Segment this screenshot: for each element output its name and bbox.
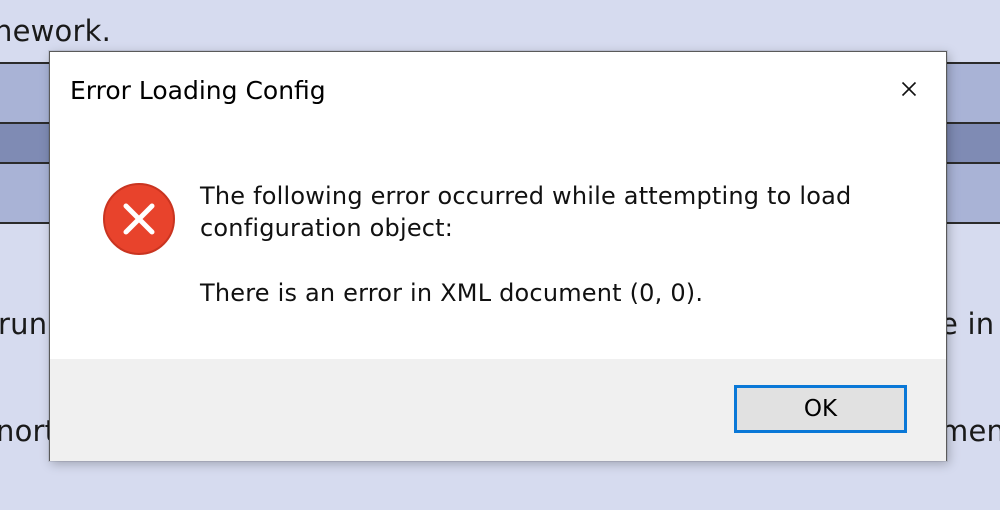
ok-button[interactable]: OK: [734, 385, 907, 433]
error-message-line: configuration object:: [200, 214, 454, 242]
dialog-title: Error Loading Config: [70, 76, 326, 105]
error-message: The following error occurred while attem…: [200, 180, 851, 244]
background-text: run: [0, 307, 48, 341]
background-text: nework.: [0, 14, 112, 48]
error-message-line: The following error occurred while attem…: [200, 182, 852, 210]
background-text: e in: [940, 307, 995, 341]
close-button[interactable]: [894, 74, 924, 104]
background-text: men: [940, 414, 1000, 448]
close-icon: [901, 81, 917, 97]
error-icon: [103, 183, 175, 255]
error-dialog: Error Loading Config The following error…: [49, 51, 947, 461]
error-detail: There is an error in XML document (0, 0)…: [200, 279, 704, 307]
background-text: nort: [0, 414, 57, 448]
